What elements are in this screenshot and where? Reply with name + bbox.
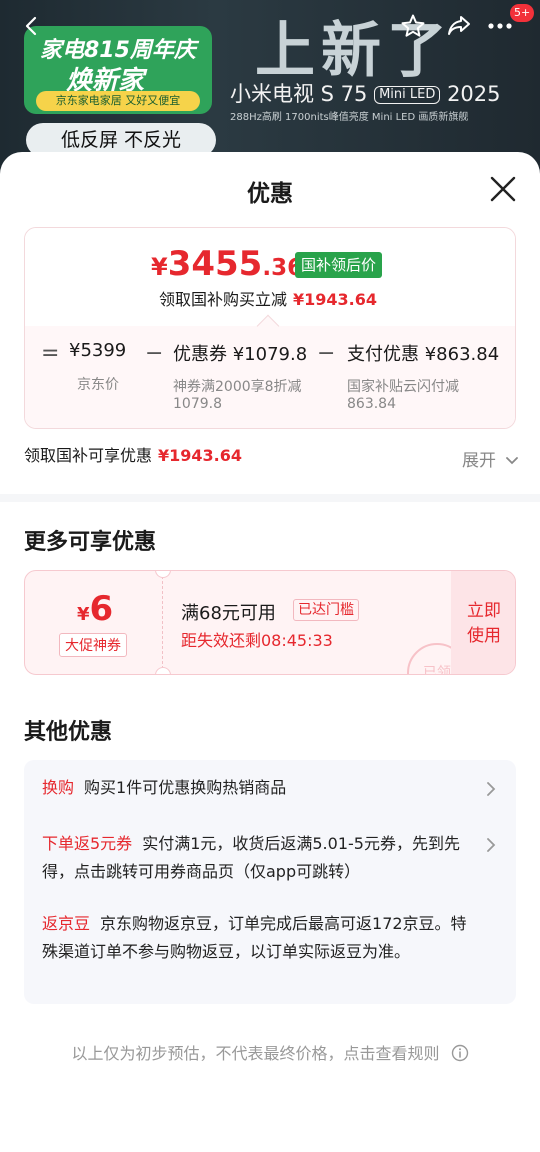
offer-text: 京东购物返京豆，订单完成后最高可返172京豆。特殊渠道订单不参与购物返豆，以订单…: [42, 914, 467, 961]
use-coupon-label-line1: 立即: [467, 601, 501, 621]
model-badge: Mini LED: [374, 86, 441, 104]
close-icon: [490, 176, 516, 202]
final-price: ¥3455.36: [151, 244, 303, 284]
banner-spec: 288Hz高刷 1700nits峰值亮度 Mini LED 画质新旗舰: [230, 112, 469, 123]
coupon-currency: ¥: [77, 604, 90, 625]
info-icon: [451, 1044, 468, 1062]
price-integer: 3455: [167, 244, 263, 284]
section-divider: [0, 494, 540, 502]
use-coupon-button[interactable]: 立即 使用: [451, 571, 515, 674]
coupon-discount-desc: 神券满2000享8折减: [173, 379, 302, 395]
chevron-down-icon: [506, 457, 519, 465]
share-icon: [448, 16, 470, 35]
more-offers-heading: 更多可享优惠: [24, 530, 157, 555]
back-button[interactable]: [14, 8, 50, 44]
minus-sign: −: [145, 341, 164, 366]
offer-key: 下单返5元券: [42, 834, 133, 853]
subsidy-enjoy-line: 领取国补可享优惠 ¥1943.64: [24, 442, 242, 466]
coupon-condition: 满68元可用: [181, 603, 276, 624]
share-button[interactable]: [441, 8, 477, 44]
use-coupon-label-line2: 使用: [467, 626, 501, 646]
other-offers-panel: 换购 购买1件可优惠换购热销商品 下单返5元券 实付满1元，收货后返满5.01-5元…: [24, 760, 516, 1004]
more-dots-icon: [488, 23, 512, 29]
rules-text: 以上仅为初步预估，不代表最终价格，点击查看规则: [71, 1044, 440, 1063]
close-button[interactable]: [486, 172, 520, 206]
coupon-card[interactable]: ¥6 大促神券 满68元可用 已达门槛 距失效还剩08:45:33 已领 立即 …: [24, 570, 516, 675]
model-name: 小米电视 S 75: [230, 82, 368, 106]
chevron-right-icon[interactable]: [484, 838, 498, 852]
model-year: 2025: [447, 82, 501, 106]
favorite-button[interactable]: [395, 8, 431, 44]
chevron-right-icon[interactable]: [484, 782, 498, 796]
subsidy-enjoy-label: 领取国补可享优惠: [24, 446, 153, 465]
coupon-type-tag: 大促神券: [59, 633, 127, 657]
sheet-title: 优惠: [247, 181, 293, 207]
subsidy-price-tag: 国补领后价: [295, 252, 383, 278]
price-currency: ¥: [151, 253, 168, 281]
coupon-value: 6: [89, 589, 114, 629]
coupon-discount-value: 优惠券 ¥1079.8: [173, 344, 308, 365]
offer-row-jd-beans: 返京豆 京东购物返京豆，订单完成后最高可返172京豆。特殊渠道订单不参与购物返豆，…: [42, 910, 482, 966]
payment-discount-amount: 863.84: [347, 396, 396, 412]
discount-sheet: 优惠 ¥3455.36 国补领后价 领取国补购买立减 ¥1943.64 = ¥53…: [0, 152, 540, 1152]
rules-footnote[interactable]: 以上仅为初步预估，不代表最终价格，点击查看规则: [0, 1040, 540, 1064]
promo-tag: 京东家电家居 又好又便宜: [36, 91, 200, 111]
subsidy-saving: 领取国补购买立减 ¥1943.64: [159, 286, 377, 310]
other-offers-heading: 其他优惠: [24, 720, 113, 745]
minus-sign: −: [317, 341, 336, 366]
expand-label: 展开: [462, 451, 496, 471]
banner-model: 小米电视 S 75 Mini LED 2025: [230, 78, 501, 108]
subsidy-saving-label: 领取国补购买立减: [159, 290, 288, 309]
offer-row-return-coupon[interactable]: 下单返5元券 实付满1元，收货后返满5.01-5元券，先到先得，点击跳转可用券商品…: [42, 830, 482, 886]
coupon-discount-amount: 1079.8: [173, 396, 222, 412]
payment-discount-desc: 国家补贴云闪付减: [347, 379, 459, 395]
expand-button[interactable]: 展开: [462, 446, 519, 471]
offer-text: 购买1件可优惠换购热销商品: [84, 778, 287, 797]
equals-sign: =: [41, 341, 60, 366]
chevron-left-icon: [25, 16, 37, 36]
offer-key: 返京豆: [42, 914, 91, 933]
promo-card: 家电815周年庆 焕新家 京东家电家居 又好又便宜: [24, 26, 212, 114]
threshold-reached-badge: 已达门槛: [293, 599, 359, 621]
offer-key: 换购: [42, 778, 75, 797]
coupon-notch-bottom: [155, 667, 171, 674]
subsidy-enjoy-value: ¥1943.64: [158, 446, 243, 465]
subsidy-saving-value: ¥1943.64: [293, 290, 378, 309]
jd-price-label: 京东价: [77, 377, 119, 393]
payment-discount-value: 支付优惠 ¥863.84: [347, 344, 500, 365]
coupon-countdown: 距失效还剩08:45:33: [181, 631, 333, 650]
jd-price-value: ¥5399: [69, 340, 127, 361]
star-icon: [401, 14, 425, 37]
coupon-amount: ¥6: [77, 589, 113, 629]
price-breakdown-card: ¥3455.36 国补领后价 领取国补购买立减 ¥1943.64 = ¥5399 …: [24, 227, 516, 429]
offer-row-trade-in[interactable]: 换购 购买1件可优惠换购热销商品: [42, 774, 482, 802]
notification-badge: 5+: [510, 4, 535, 22]
